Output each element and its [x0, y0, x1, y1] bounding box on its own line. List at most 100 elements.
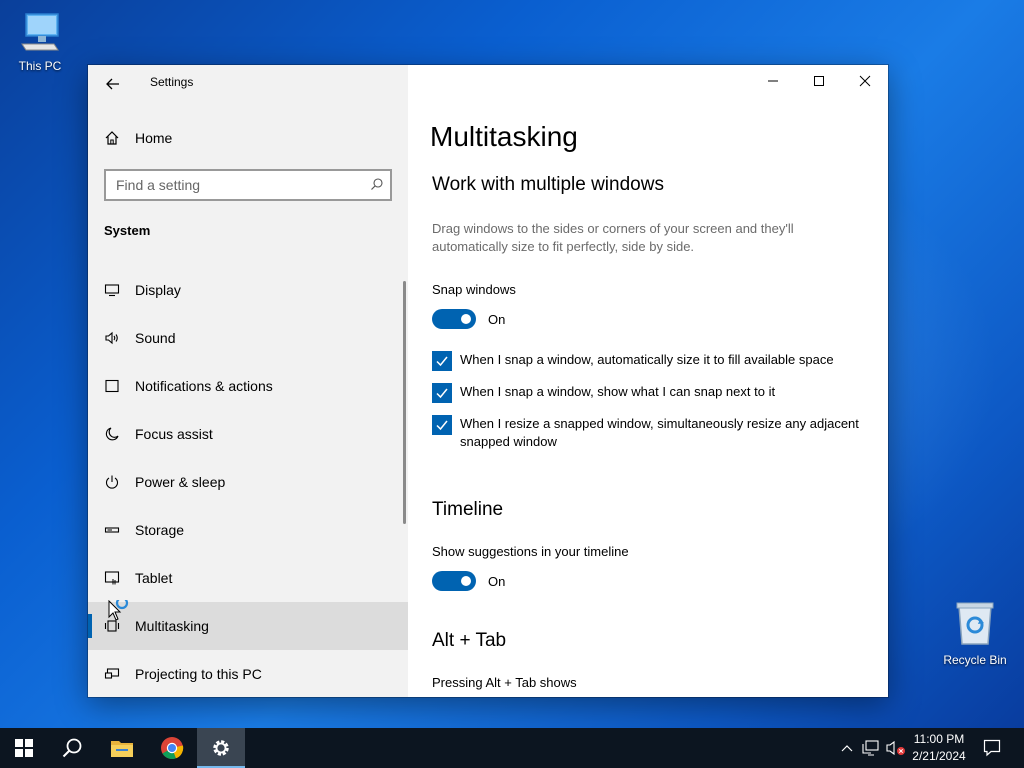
- minimize-icon: [768, 80, 778, 82]
- sidebar-item-focus-assist[interactable]: Focus assist: [88, 410, 408, 458]
- chevron-up-icon: [841, 745, 853, 752]
- sidebar-item-label: Multitasking: [135, 618, 209, 634]
- computer-icon: [21, 13, 59, 51]
- checkbox-checked[interactable]: [432, 383, 452, 403]
- section-label: System: [104, 223, 151, 238]
- checkbox-label: When I snap a window, show what I can sn…: [460, 384, 776, 399]
- sidebar-item-label: Display: [135, 282, 181, 298]
- projector-icon: [102, 664, 122, 684]
- snap-option-fill-space[interactable]: When I snap a window, automatically size…: [432, 351, 872, 371]
- section-heading-alt-tab: Alt + Tab: [432, 630, 507, 651]
- settings-window: Settings Home System Display Sound: [88, 65, 888, 697]
- folder-icon: [111, 741, 133, 757]
- notification-bubble-icon: [983, 739, 1001, 757]
- settings-taskbar-button[interactable]: [197, 728, 245, 768]
- snap-option-resize-adjacent[interactable]: When I resize a snapped window, simultan…: [432, 415, 872, 451]
- app-title: Settings: [150, 75, 194, 89]
- moon-icon: [102, 424, 122, 444]
- search-icon[interactable]: [370, 177, 384, 196]
- toggle-state: On: [488, 573, 506, 589]
- close-button[interactable]: [842, 65, 888, 97]
- busy-cursor: [108, 596, 134, 631]
- clock-date: 2/21/2024: [912, 749, 966, 763]
- desktop-icon-recycle-bin[interactable]: Recycle Bin: [935, 600, 1015, 667]
- sidebar-item-projecting[interactable]: Projecting to this PC: [88, 650, 408, 697]
- desktop-icon-label: This PC: [18, 59, 62, 73]
- tablet-icon: [102, 568, 122, 588]
- checkbox-label: When I resize a snapped window, simultan…: [460, 416, 859, 449]
- timeline-toggle-label: Show suggestions in your timeline: [432, 544, 629, 559]
- checkmark-icon: [436, 420, 448, 431]
- checkbox-checked[interactable]: [432, 415, 452, 435]
- chrome-button[interactable]: [148, 728, 196, 768]
- sidebar-scrollbar[interactable]: [403, 281, 406, 524]
- home-icon: [102, 128, 122, 148]
- maximize-button[interactable]: [796, 65, 842, 97]
- search-box[interactable]: [104, 169, 392, 201]
- checkbox-label: When I snap a window, automatically size…: [460, 352, 834, 367]
- start-button[interactable]: [0, 728, 48, 768]
- toggle-knob: [461, 314, 471, 324]
- sidebar-item-label: Storage: [135, 522, 185, 538]
- toggle-knob: [461, 576, 471, 586]
- taskbar: 11:00 PM 2/21/2024: [0, 728, 1024, 768]
- sidebar-item-label: Notifications & actions: [135, 378, 273, 394]
- desktop-icon-this-pc[interactable]: This PC: [0, 10, 80, 73]
- close-icon: [859, 75, 871, 87]
- sidebar-item-label: Sound: [135, 330, 176, 346]
- sidebar-item-notifications[interactable]: Notifications & actions: [88, 362, 408, 410]
- volume-button[interactable]: [884, 728, 908, 768]
- snap-option-show-next[interactable]: When I snap a window, show what I can sn…: [432, 383, 872, 403]
- clock[interactable]: 11:00 PM 2/21/2024: [906, 731, 972, 765]
- sidebar-item-multitasking[interactable]: Multitasking: [88, 602, 408, 650]
- sidebar-item-tablet[interactable]: Tablet: [88, 554, 408, 602]
- monitor-icon: [102, 280, 122, 300]
- alt-tab-label: Pressing Alt + Tab shows: [432, 675, 577, 690]
- toggle-switch[interactable]: [432, 309, 476, 329]
- sidebar-item-label: Home: [135, 130, 173, 146]
- back-arrow-icon: [106, 78, 119, 90]
- toggle-state: On: [488, 311, 506, 327]
- gear-icon: [213, 740, 229, 756]
- sidebar-item-sound[interactable]: Sound: [88, 314, 408, 362]
- storage-icon: [102, 520, 122, 540]
- maximize-icon: [814, 76, 824, 86]
- notifications-icon: [102, 376, 122, 396]
- settings-sidebar: Settings Home System Display Sound: [88, 65, 408, 697]
- checkmark-icon: [436, 356, 448, 367]
- clock-time: 11:00 PM: [913, 732, 965, 746]
- sidebar-item-storage[interactable]: Storage: [88, 506, 408, 554]
- checkbox-checked[interactable]: [432, 351, 452, 371]
- chrome-icon: [161, 737, 184, 760]
- minimize-button[interactable]: [750, 65, 796, 97]
- timeline-suggestions-toggle[interactable]: On: [432, 571, 505, 591]
- snap-description: Drag windows to the sides or corners of …: [432, 221, 794, 254]
- power-icon: [102, 472, 122, 492]
- snap-windows-toggle[interactable]: On: [432, 309, 505, 329]
- section-heading-timeline: Timeline: [432, 499, 504, 520]
- search-icon: [62, 738, 82, 758]
- action-center-button[interactable]: [978, 728, 1006, 768]
- snap-toggle-label: Snap windows: [432, 282, 516, 297]
- settings-content: Multitasking Work with multiple windows …: [408, 65, 888, 697]
- section-heading-snap: Work with multiple windows: [432, 174, 664, 195]
- toggle-switch[interactable]: [432, 571, 476, 591]
- volume-muted-icon: [886, 740, 905, 756]
- tray-overflow-button[interactable]: [838, 728, 856, 768]
- network-button[interactable]: [860, 728, 882, 768]
- speaker-icon: [102, 328, 122, 348]
- search-input[interactable]: [106, 171, 356, 199]
- sidebar-item-display[interactable]: Display: [88, 266, 408, 314]
- sidebar-item-label: Projecting to this PC: [135, 666, 262, 682]
- search-button[interactable]: [48, 728, 96, 768]
- file-explorer-button[interactable]: [98, 728, 146, 768]
- checkmark-icon: [436, 388, 448, 399]
- recycle-bin-icon: [956, 602, 994, 645]
- sidebar-item-label: Focus assist: [135, 426, 213, 442]
- back-button[interactable]: [98, 69, 128, 99]
- page-title: Multitasking: [430, 121, 578, 152]
- sidebar-item-label: Tablet: [135, 570, 173, 586]
- network-icon: [862, 740, 879, 756]
- sidebar-item-home[interactable]: Home: [88, 114, 408, 162]
- sidebar-item-power-sleep[interactable]: Power & sleep: [88, 458, 408, 506]
